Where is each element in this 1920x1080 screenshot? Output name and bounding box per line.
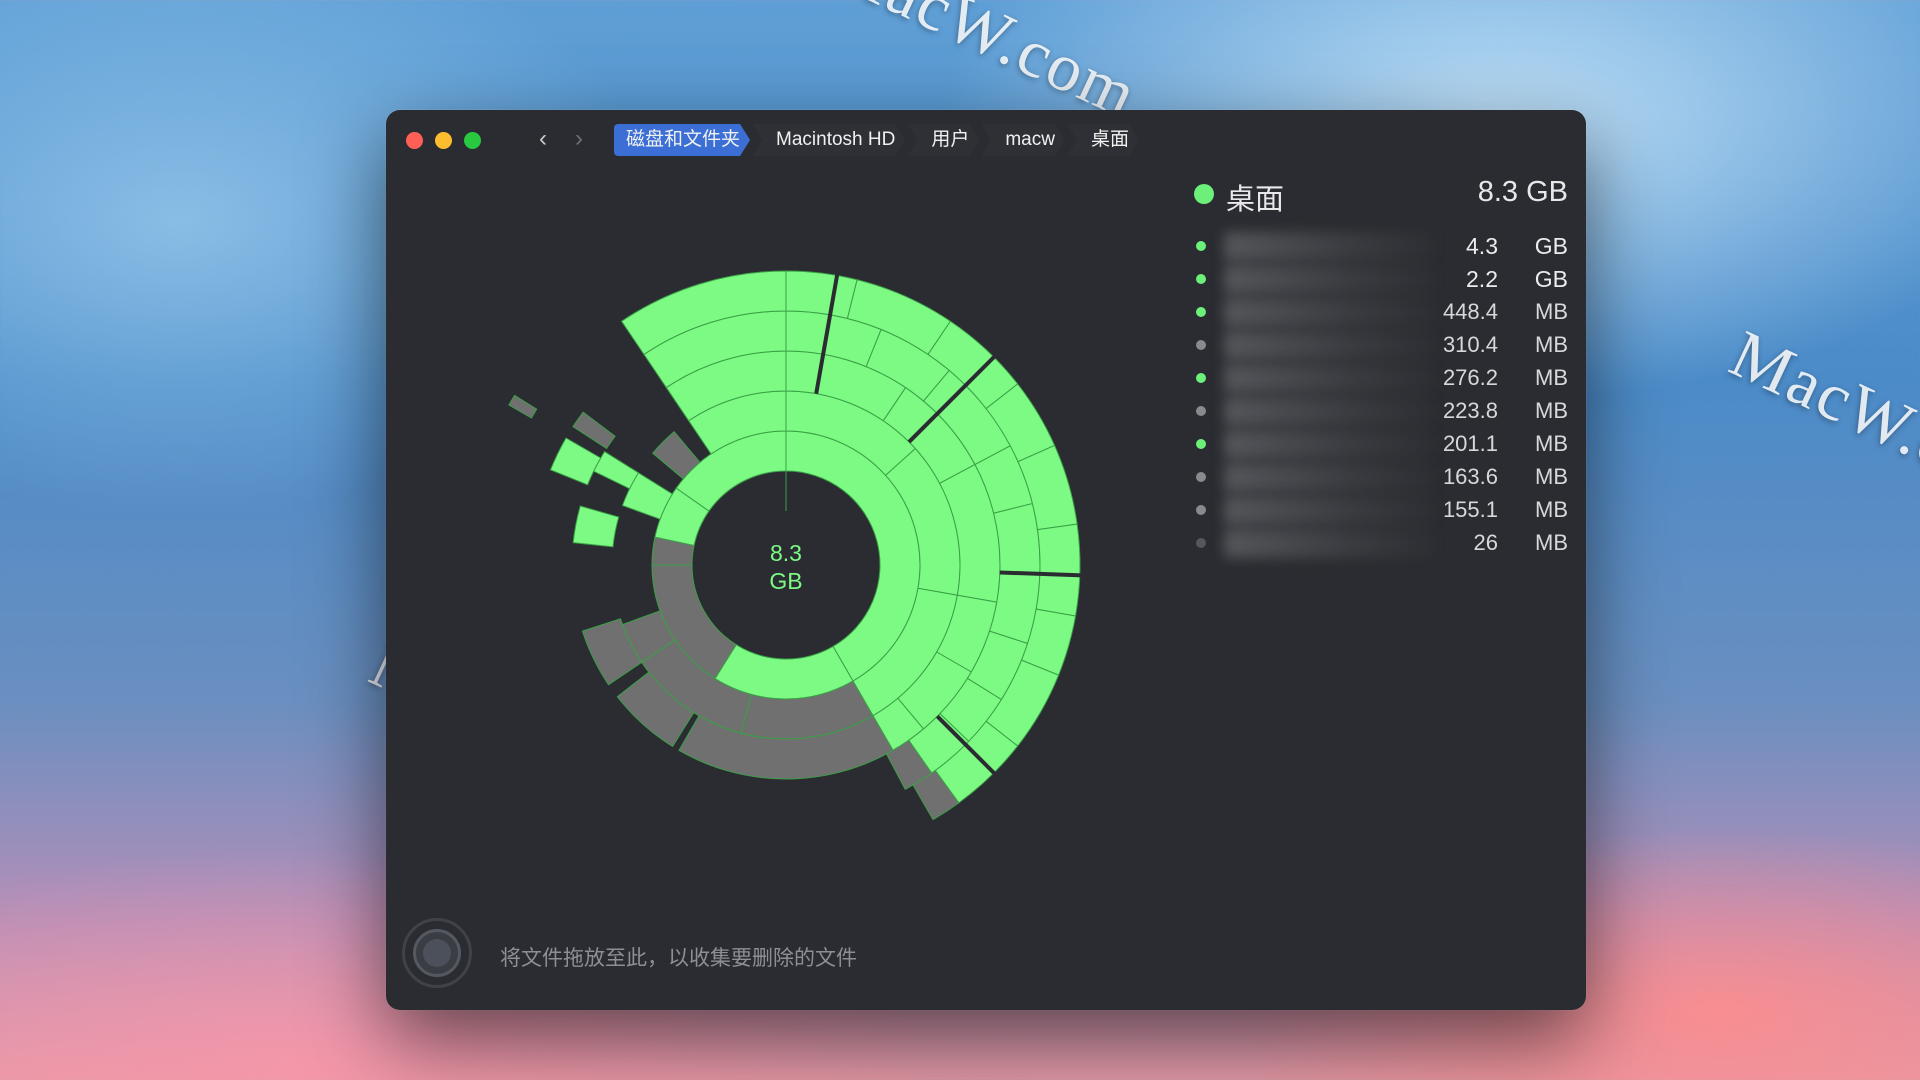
item-size-value: 163.6 (1442, 464, 1498, 489)
sunburst-segment[interactable] (1035, 523, 1081, 617)
sunburst-segment[interactable] (549, 437, 602, 486)
list-item[interactable]: 155.1 MB (1186, 494, 1568, 527)
item-name-blurred (1224, 496, 1434, 525)
sunburst-segment[interactable] (572, 505, 620, 548)
chart-center-value: 8.3 (770, 540, 802, 566)
sunburst-segment[interactable] (572, 411, 616, 450)
item-color-dot (1196, 406, 1206, 416)
item-size-unit: GB (1534, 233, 1568, 259)
list-item[interactable]: 448.4 MB (1186, 296, 1568, 329)
item-name-blurred (1224, 397, 1434, 426)
list-item[interactable]: 4.3 GB (1186, 230, 1568, 263)
item-color-dot (1196, 307, 1206, 317)
item-color-dot (1196, 274, 1206, 284)
list-item[interactable]: 2.2 GB (1186, 263, 1568, 296)
sunburst-segment[interactable] (508, 394, 538, 419)
item-color-dot (1196, 439, 1206, 449)
panel-title: 桌面 (1226, 184, 1285, 216)
folder-status-dot (1194, 184, 1214, 204)
item-name-blurred (1224, 364, 1434, 393)
sunburst-segment[interactable] (785, 270, 858, 320)
item-color-dot (1196, 241, 1206, 251)
item-name-blurred (1224, 232, 1434, 261)
item-size-unit: MB (1535, 497, 1568, 522)
item-color-dot (1196, 538, 1206, 548)
item-name-blurred (1224, 463, 1434, 492)
file-list: 4.3 GB 2.2 GB 448.4 MB 310.4 MB 276.2 MB 223.8 MB 20… (1186, 230, 1568, 560)
item-size-value: 276.2 (1442, 365, 1498, 390)
item-name-blurred (1224, 430, 1434, 459)
list-item[interactable]: 201.1 MB (1186, 428, 1568, 461)
sunburst-segment[interactable] (592, 450, 640, 490)
list-item[interactable]: 26 MB (1186, 527, 1568, 560)
item-size-unit: MB (1535, 365, 1568, 390)
item-size-unit: MB (1535, 299, 1568, 324)
item-size-value: 448.4 (1442, 299, 1498, 324)
list-item[interactable]: 310.4 MB (1186, 329, 1568, 362)
item-size-value: 223.8 (1442, 398, 1498, 423)
item-size-value: 4.3 (1466, 233, 1498, 259)
item-size-unit: MB (1535, 431, 1568, 456)
item-color-dot (1196, 340, 1206, 350)
item-name-blurred (1224, 529, 1434, 558)
chart-center-unit: GB (769, 568, 802, 594)
item-size-unit: MB (1535, 530, 1568, 555)
item-size-value: 155.1 (1442, 497, 1498, 522)
item-size-unit: GB (1534, 266, 1568, 292)
item-size-unit: MB (1535, 464, 1568, 489)
item-size-unit: MB (1535, 398, 1568, 423)
drop-hint-text: 将文件拖放至此，以收集要删除的文件 (500, 947, 857, 970)
panel-total-size: 8.3 GB (1477, 176, 1568, 208)
list-item[interactable]: 163.6 MB (1186, 461, 1568, 494)
item-size-unit: MB (1535, 332, 1568, 357)
item-size-value: 310.4 (1442, 332, 1498, 357)
list-item[interactable]: 223.8 MB (1186, 395, 1568, 428)
item-size-value: 2.2 (1466, 266, 1498, 292)
item-color-dot (1196, 373, 1206, 383)
watermark-right: MacW.com (1719, 315, 1920, 523)
item-size-value: 201.1 (1442, 431, 1498, 456)
drop-target-icon[interactable] (402, 918, 472, 988)
list-item[interactable]: 276.2 MB (1186, 362, 1568, 395)
item-name-blurred (1224, 298, 1434, 327)
app-window: ‹ › 磁盘和文件夹 Macintosh HD 用户 macw 桌面 8.3 G… (386, 110, 1586, 1010)
item-size-value: 26 (1473, 530, 1498, 555)
item-color-dot (1196, 505, 1206, 515)
sunburst-chart[interactable]: 8.3 GB (386, 110, 1146, 870)
item-name-blurred (1224, 265, 1434, 294)
item-color-dot (1196, 472, 1206, 482)
item-name-blurred (1224, 331, 1434, 360)
sunburst-segment[interactable] (993, 502, 1041, 575)
